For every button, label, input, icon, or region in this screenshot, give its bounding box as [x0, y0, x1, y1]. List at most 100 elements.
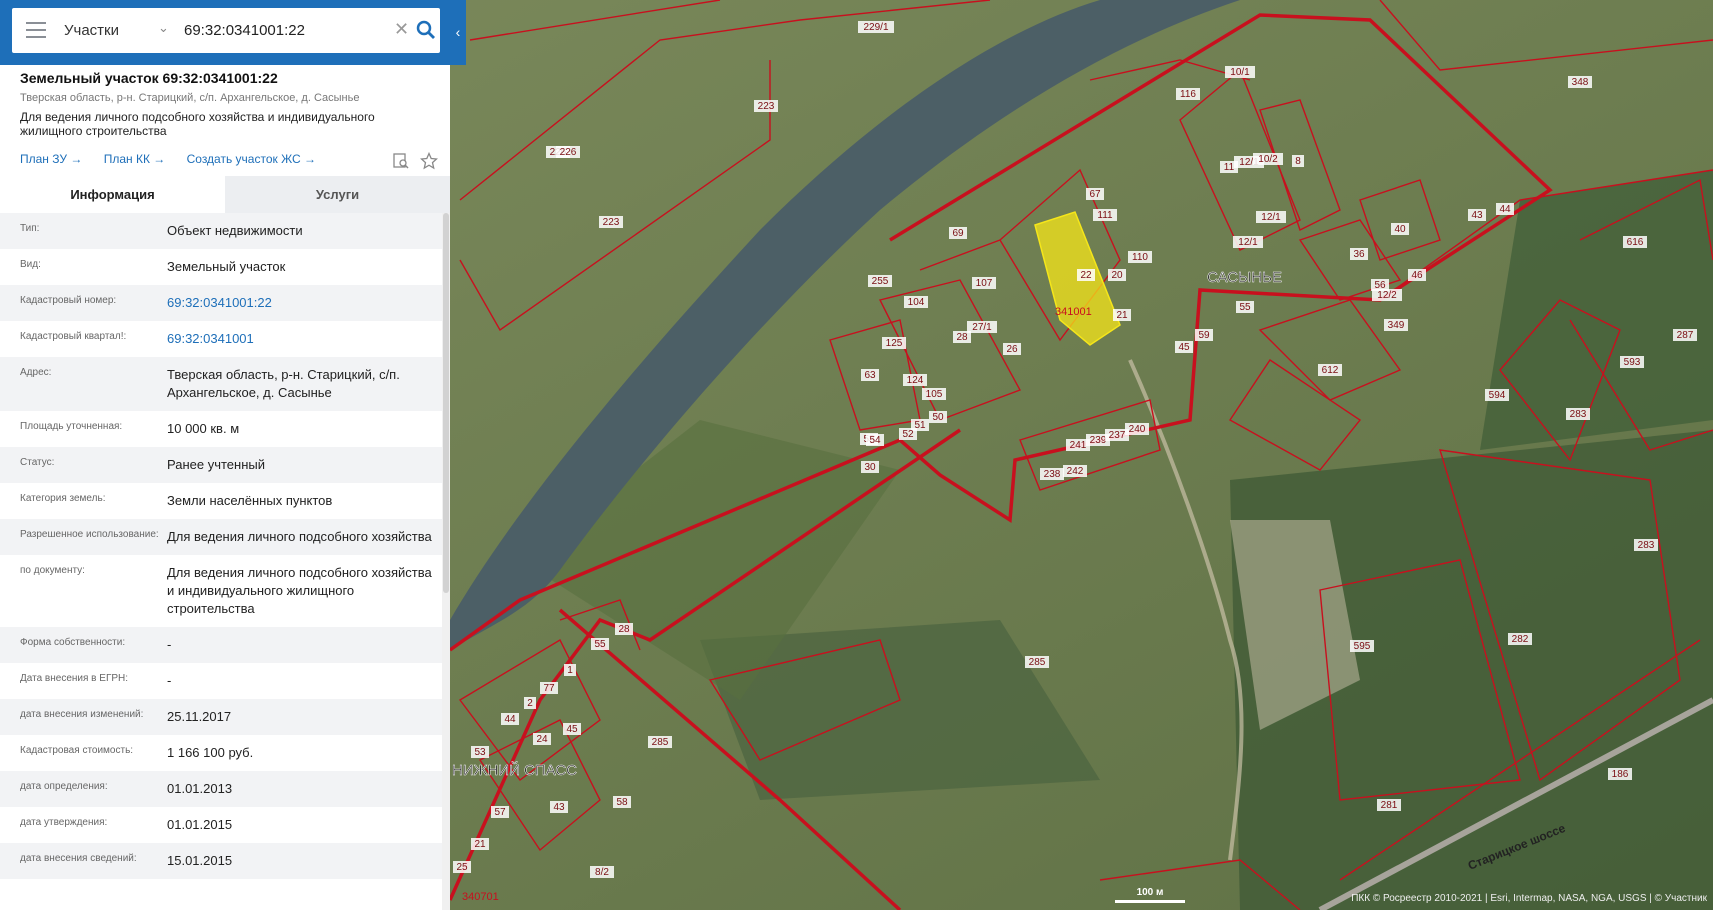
create-parcel-link[interactable]: Создать участок ЖС →	[187, 152, 316, 166]
parcel-label[interactable]: 10/1	[1230, 67, 1250, 78]
parcel-label[interactable]: 59	[1198, 330, 1210, 341]
parcel-label[interactable]: 50	[932, 412, 944, 423]
parcel-label[interactable]: 229/1	[863, 22, 888, 33]
tab-services[interactable]: Услуги	[225, 176, 450, 213]
parcel-label[interactable]: 12/1	[1238, 237, 1258, 248]
menu-icon[interactable]	[26, 22, 46, 38]
parcel-label[interactable]: 43	[553, 802, 565, 813]
search-icon[interactable]	[415, 19, 437, 41]
parcel-label[interactable]: 223	[758, 101, 775, 112]
panel-scrollbar[interactable]	[442, 213, 450, 910]
info-value: 01.01.2013	[167, 781, 233, 796]
parcel-label[interactable]: 1	[567, 665, 573, 676]
parcel-label[interactable]: 77	[543, 683, 555, 694]
parcel-label[interactable]: 28	[956, 332, 968, 343]
info-value[interactable]: 69:32:0341001:22	[167, 294, 442, 312]
parcel-label[interactable]: 2	[527, 698, 533, 709]
parcel-label[interactable]: 11	[1224, 162, 1235, 173]
parcel-label[interactable]: 46	[1411, 270, 1423, 281]
parcel-label[interactable]: 20	[1111, 270, 1123, 281]
parcel-label[interactable]: 285	[1029, 657, 1046, 668]
search-input[interactable]	[184, 16, 384, 45]
parcel-label[interactable]: 110	[1132, 252, 1148, 263]
parcel-label[interactable]: 12/1	[1261, 212, 1281, 223]
info-label: Тип:	[20, 223, 40, 234]
parcel-label[interactable]: 616	[1627, 237, 1644, 248]
chevron-down-icon[interactable]: ⌄	[158, 20, 169, 36]
parcel-label[interactable]: 104	[908, 297, 925, 308]
parcel-label[interactable]: 242	[1067, 466, 1084, 477]
parcel-label[interactable]: 44	[1499, 204, 1511, 215]
parcel-label[interactable]: 186	[1612, 769, 1629, 780]
parcel-label[interactable]: 287	[1677, 330, 1694, 341]
search-document-icon[interactable]	[392, 152, 410, 170]
parcel-label[interactable]: 116	[1180, 89, 1196, 100]
parcel-label[interactable]: 238	[1044, 469, 1061, 480]
parcel-label[interactable]: 28	[618, 624, 630, 635]
scale-label: 100 м	[1136, 887, 1164, 898]
plan-kk-link[interactable]: План КК →	[104, 152, 166, 166]
parcel-label[interactable]: 44	[504, 714, 516, 725]
parcel-label[interactable]: 281	[1381, 800, 1398, 811]
parcel-label[interactable]: 10/2	[1258, 154, 1278, 165]
parcel-label[interactable]: 21	[474, 839, 486, 850]
parcel-label[interactable]: 55	[1239, 302, 1251, 313]
parcel-label[interactable]: 53	[474, 747, 486, 758]
clear-icon[interactable]: ✕	[394, 19, 409, 40]
parcel-label[interactable]: 57	[494, 807, 506, 818]
parcel-label[interactable]: 54	[869, 435, 881, 446]
collapse-panel-icon[interactable]: ‹	[450, 0, 466, 65]
parcel-label[interactable]: 58	[616, 797, 628, 808]
parcel-label[interactable]: 593	[1624, 357, 1641, 368]
parcel-label[interactable]: 349	[1388, 320, 1405, 331]
parcel-label[interactable]: 21	[1116, 310, 1128, 321]
parcel-label[interactable]: 30	[864, 462, 876, 473]
parcel-label[interactable]: 107	[976, 278, 993, 289]
parcel-label[interactable]: 69	[952, 228, 964, 239]
parcel-label[interactable]: 45	[1178, 342, 1190, 353]
parcel-label[interactable]: 26	[1006, 344, 1018, 355]
parcel-label[interactable]: 241	[1070, 440, 1087, 451]
parcel-label[interactable]: 594	[1489, 390, 1506, 401]
parcel-label[interactable]: 43	[1471, 210, 1483, 221]
parcel-label[interactable]: 237	[1109, 430, 1126, 441]
parcel-label[interactable]: 36	[1353, 249, 1365, 260]
parcel-label[interactable]: 45	[566, 724, 578, 735]
parcel-label[interactable]: 8	[1295, 156, 1301, 167]
tab-information[interactable]: Информация	[0, 176, 225, 213]
parcel-label[interactable]: 255	[872, 276, 889, 287]
parcel-label[interactable]: 24	[536, 734, 548, 745]
parcel-label[interactable]: 12/2	[1377, 290, 1397, 301]
parcel-label[interactable]: 226	[560, 147, 577, 158]
parcel-label[interactable]: 27/1	[972, 322, 992, 333]
parcel-label[interactable]: 125	[886, 338, 903, 349]
parcel-label[interactable]: 67	[1089, 189, 1101, 200]
parcel-label[interactable]: 612	[1322, 365, 1339, 376]
parcel-label[interactable]: 105	[926, 389, 943, 400]
info-value[interactable]: 69:32:0341001	[167, 330, 442, 348]
parcel-label[interactable]: 63	[864, 370, 876, 381]
parcel-label[interactable]: 239	[1090, 435, 1107, 446]
parcel-label[interactable]: 285	[652, 737, 669, 748]
search-header: Участки ⌄ ✕ ‹	[0, 0, 466, 65]
parcel-label[interactable]: 55	[594, 639, 606, 650]
star-icon[interactable]	[420, 151, 439, 170]
parcel-label[interactable]: 40	[1394, 224, 1406, 235]
parcel-label[interactable]: 348	[1572, 77, 1589, 88]
parcel-label[interactable]: 283	[1638, 540, 1655, 551]
scrollbar-thumb[interactable]	[443, 213, 449, 593]
parcel-label[interactable]: 240	[1129, 424, 1146, 435]
parcel-label[interactable]: 22	[1080, 270, 1092, 281]
parcel-label[interactable]: 124	[907, 375, 924, 386]
info-value: 10 000 кв. м	[167, 421, 240, 436]
parcel-label[interactable]: 595	[1354, 641, 1371, 652]
parcel-label[interactable]: 283	[1570, 409, 1587, 420]
parcel-label[interactable]: 52	[902, 429, 914, 440]
parcel-label[interactable]: 8/2	[595, 867, 609, 878]
plan-zu-link[interactable]: План ЗУ →	[20, 152, 82, 166]
parcel-label[interactable]: 223	[603, 217, 620, 228]
parcel-label[interactable]: 282	[1512, 634, 1529, 645]
info-value: -	[167, 637, 172, 652]
parcel-label[interactable]: 25	[456, 862, 468, 873]
parcel-label[interactable]: 111	[1097, 210, 1113, 221]
